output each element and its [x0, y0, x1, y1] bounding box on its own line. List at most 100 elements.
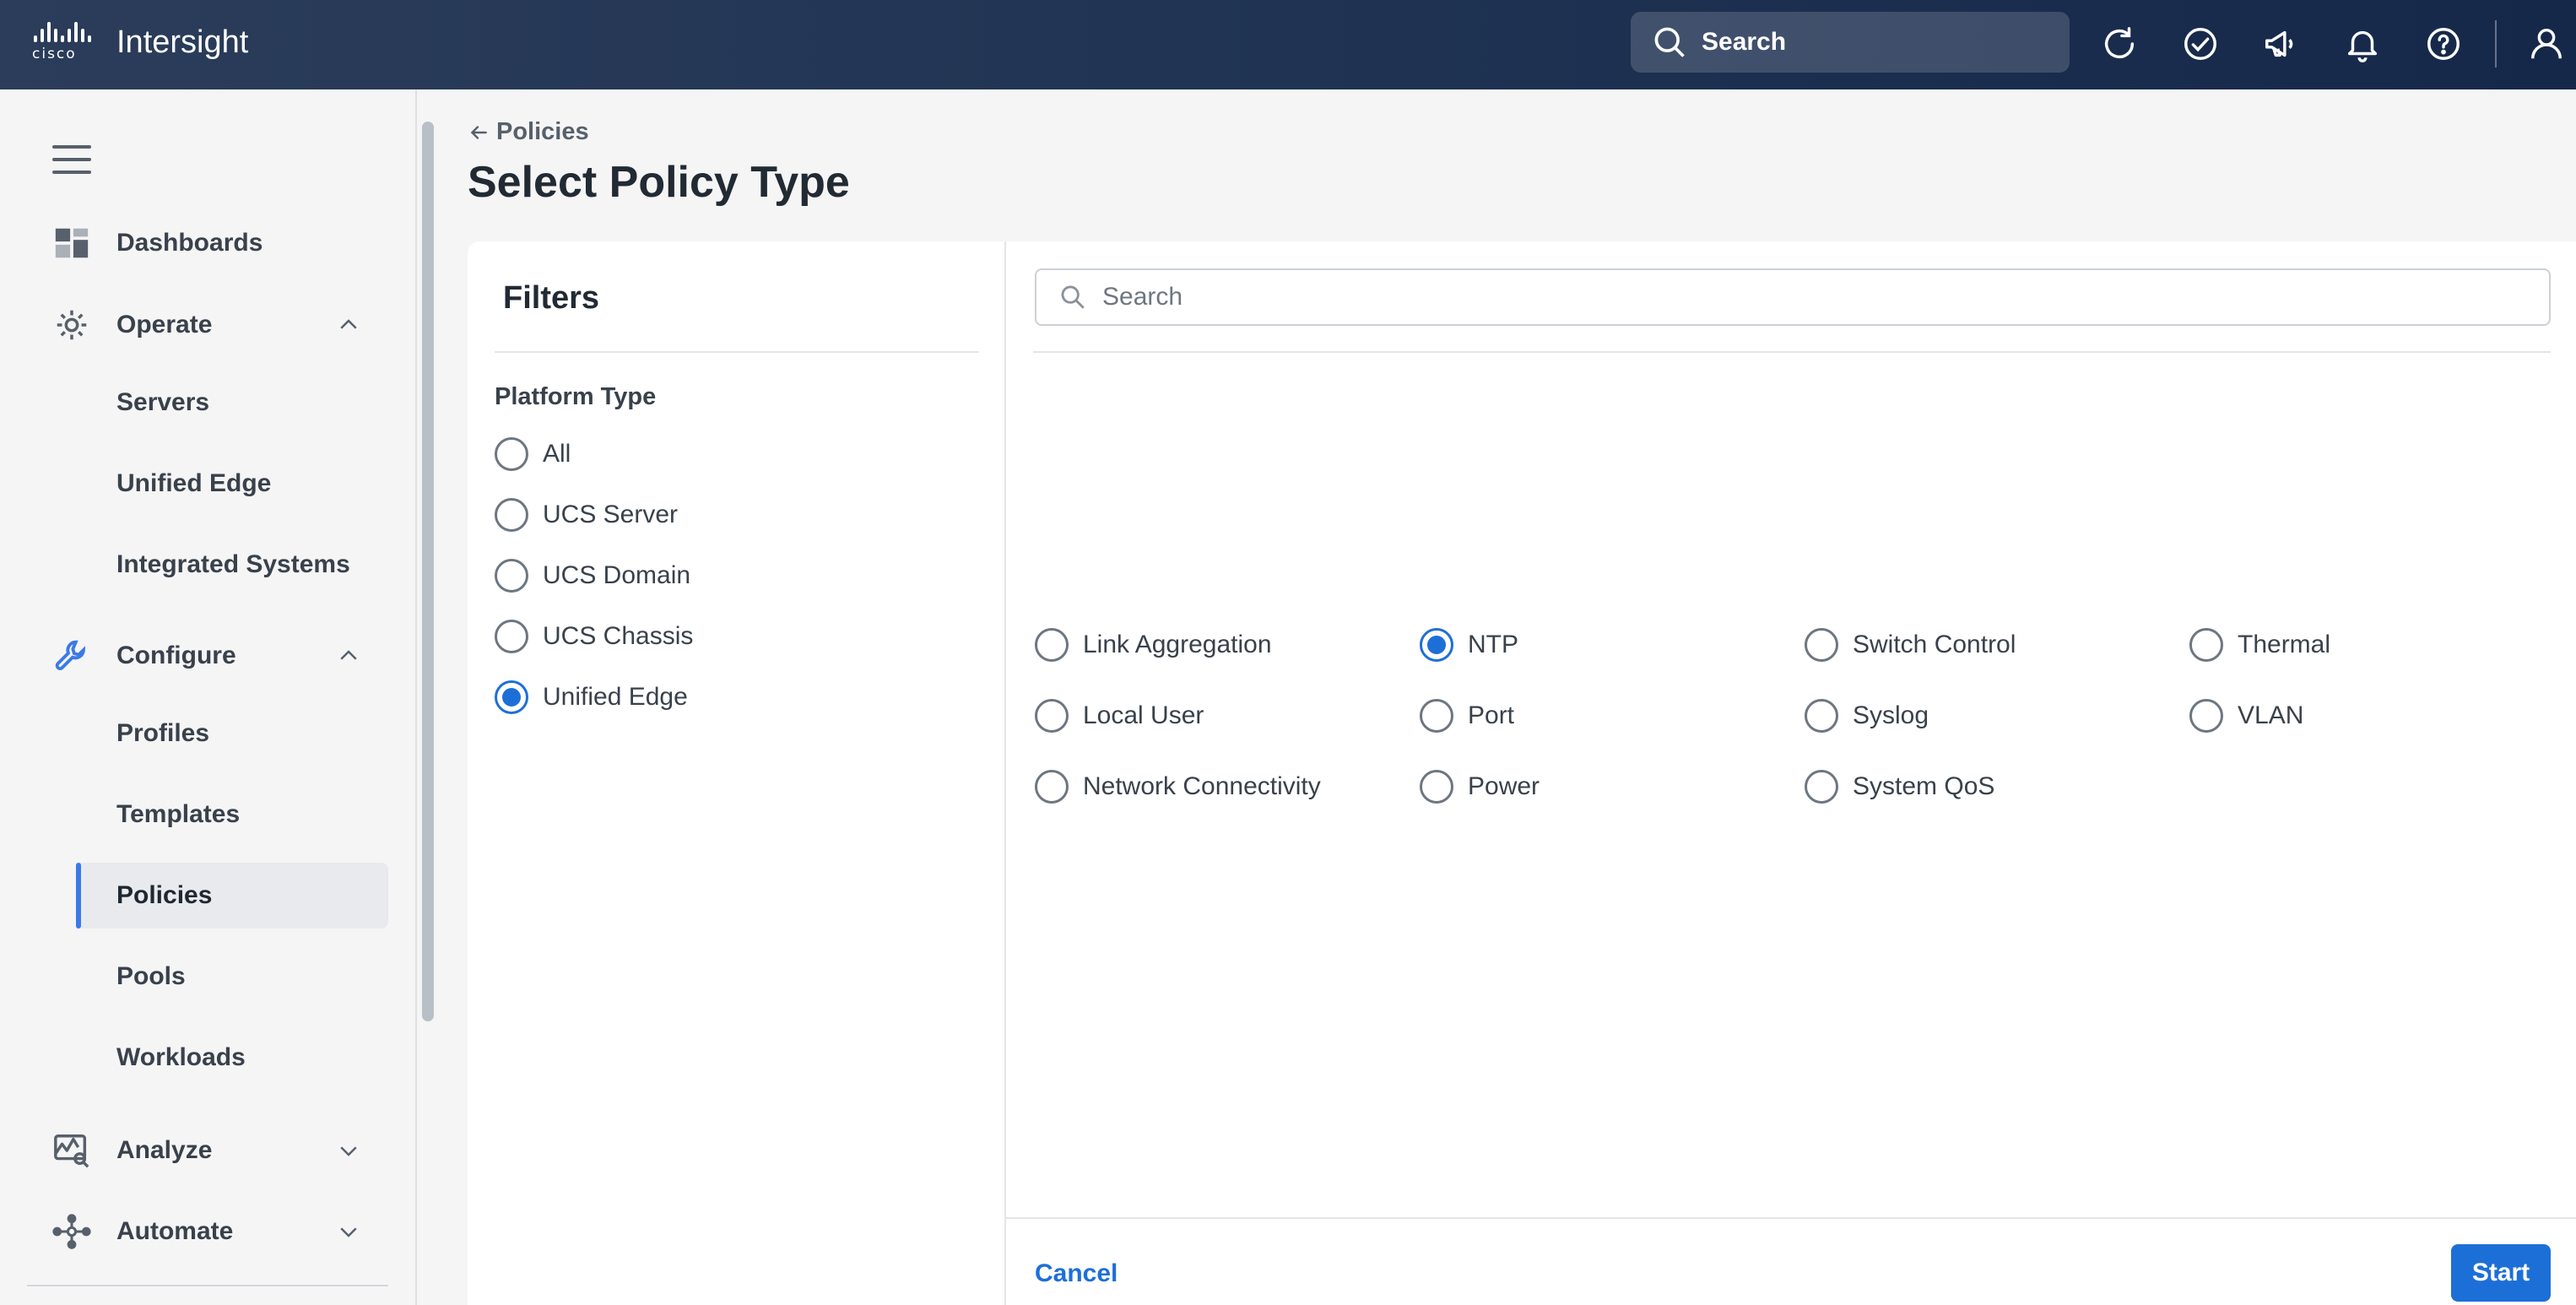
- radio-label: Thermal: [2238, 631, 2331, 658]
- radio-button[interactable]: [1035, 699, 1069, 733]
- nav-automate[interactable]: Automate: [0, 1202, 388, 1261]
- platform-option-ucs-chassis[interactable]: UCS Chassis: [495, 618, 693, 655]
- refresh-button[interactable]: [2098, 23, 2140, 65]
- menu-toggle[interactable]: [52, 145, 91, 177]
- policy-option-ntp[interactable]: NTP: [1420, 626, 1518, 663]
- nav-item-label: Integrated Systems: [116, 550, 350, 578]
- notifications-button[interactable]: [2341, 23, 2384, 65]
- nav-item-label: Policies: [116, 881, 213, 909]
- platform-option-unified-edge[interactable]: Unified Edge: [495, 679, 688, 716]
- help-icon: [2427, 28, 2460, 60]
- radio-button[interactable]: [495, 559, 528, 593]
- nav-item-label: Pools: [116, 962, 186, 990]
- chevron-up-icon[interactable]: [334, 642, 363, 670]
- sidebar-divider: [27, 1285, 388, 1286]
- nav-dashboards-label: Dashboards: [116, 229, 263, 257]
- sidebar-scrollbar[interactable]: [422, 122, 434, 1021]
- radio-label: VLAN: [2238, 701, 2304, 729]
- dashboards-icon: [51, 222, 93, 264]
- radio-button[interactable]: [2189, 699, 2223, 733]
- filters-title: Filters: [503, 280, 600, 316]
- chevron-up-icon[interactable]: [334, 311, 363, 339]
- radio-button[interactable]: [1035, 770, 1069, 804]
- sidebar: Dashboards Operate Servers Unified Edge …: [0, 89, 417, 1305]
- policy-option-vlan[interactable]: VLAN: [2189, 697, 2303, 734]
- global-search-label: Search: [1702, 28, 1787, 56]
- user-menu-button[interactable]: [2525, 23, 2568, 65]
- nav-configure[interactable]: Configure: [0, 626, 388, 685]
- platform-option-ucs-server[interactable]: UCS Server: [495, 496, 678, 533]
- radio-button[interactable]: [1805, 699, 1838, 733]
- cancel-button[interactable]: Cancel: [1035, 1259, 1118, 1288]
- nav-item-pools[interactable]: Pools: [76, 944, 388, 1010]
- cisco-logo-bars: [34, 22, 103, 42]
- radio-label: Local User: [1083, 701, 1204, 729]
- platform-type-label: Platform Type: [495, 383, 657, 410]
- cisco-logo-text: cisco: [32, 46, 77, 62]
- sidebar-border: [415, 89, 417, 1305]
- nav-analyze-label: Analyze: [116, 1136, 213, 1164]
- policy-option-thermal[interactable]: Thermal: [2189, 626, 2330, 663]
- nav-dashboards[interactable]: Dashboards: [0, 214, 388, 273]
- radio-button-selected[interactable]: [495, 680, 528, 714]
- policy-option-syslog[interactable]: Syslog: [1805, 697, 1929, 734]
- radio-label: Unified Edge: [543, 683, 688, 711]
- policy-option-switch-control[interactable]: Switch Control: [1805, 626, 2016, 663]
- operate-icon: [51, 304, 93, 346]
- policy-option-network-connectivity[interactable]: Network Connectivity: [1035, 768, 1321, 805]
- radio-button[interactable]: [495, 437, 528, 471]
- radio-button[interactable]: [495, 620, 528, 653]
- nav-operate[interactable]: Operate: [0, 295, 388, 355]
- analyze-icon: [51, 1129, 93, 1172]
- platform-option-ucs-domain[interactable]: UCS Domain: [495, 557, 690, 594]
- policy-search-field[interactable]: [1035, 268, 2551, 326]
- hamburger-icon: [52, 145, 91, 149]
- radio-button[interactable]: [2189, 628, 2223, 662]
- nav-item-label: Unified Edge: [116, 469, 272, 497]
- filters-panel: Filters Platform Type All UCS Server UCS…: [468, 241, 1006, 1305]
- nav-item-integrated-systems[interactable]: Integrated Systems: [76, 532, 388, 598]
- policy-option-system-qos[interactable]: System QoS: [1805, 768, 1994, 805]
- tasks-button[interactable]: [2179, 23, 2222, 65]
- radio-button[interactable]: [1420, 770, 1453, 804]
- radio-button[interactable]: [1805, 628, 1838, 662]
- policy-option-power[interactable]: Power: [1420, 768, 1540, 805]
- user-icon: [2530, 28, 2562, 59]
- nav-analyze[interactable]: Analyze: [0, 1121, 388, 1180]
- announcements-button[interactable]: [2260, 23, 2303, 65]
- radio-button[interactable]: [1420, 699, 1453, 733]
- radio-button[interactable]: [1035, 628, 1069, 662]
- policy-search-input[interactable]: [1102, 283, 2537, 311]
- nav-item-servers[interactable]: Servers: [76, 370, 388, 436]
- platform-option-all[interactable]: All: [495, 436, 571, 473]
- chevron-down-icon[interactable]: [334, 1217, 363, 1246]
- radio-button[interactable]: [1805, 770, 1838, 804]
- nav-item-workloads[interactable]: Workloads: [76, 1025, 388, 1091]
- nav-item-templates[interactable]: Templates: [76, 782, 388, 847]
- chevron-down-icon[interactable]: [334, 1136, 363, 1165]
- radio-button[interactable]: [495, 498, 528, 532]
- radio-button-selected[interactable]: [1420, 628, 1453, 662]
- nav-item-policies[interactable]: Policies: [76, 863, 388, 929]
- policy-types-divider: [1033, 351, 2551, 353]
- cisco-logo[interactable]: cisco: [32, 22, 103, 62]
- help-button[interactable]: [2422, 23, 2465, 65]
- radio-label: Link Aggregation: [1083, 631, 1272, 658]
- breadcrumb[interactable]: Policies: [468, 118, 589, 146]
- nav-item-unified-edge[interactable]: Unified Edge: [76, 451, 388, 517]
- page-title: Select Policy Type: [468, 158, 850, 207]
- policy-option-port[interactable]: Port: [1420, 697, 1514, 734]
- megaphone-icon: [2265, 30, 2293, 57]
- radio-label: Power: [1468, 772, 1540, 800]
- refresh-icon: [2104, 27, 2135, 58]
- policy-option-local-user[interactable]: Local User: [1035, 697, 1204, 734]
- nav-operate-label: Operate: [116, 311, 213, 338]
- radio-label: Switch Control: [1853, 631, 2016, 658]
- radio-label: UCS Chassis: [543, 622, 694, 650]
- start-button[interactable]: Start: [2451, 1244, 2551, 1302]
- policy-option-link-aggregation[interactable]: Link Aggregation: [1035, 626, 1272, 663]
- search-icon: [1654, 27, 1685, 57]
- nav-item-profiles[interactable]: Profiles: [76, 701, 388, 766]
- radio-label: Port: [1468, 701, 1515, 729]
- global-search[interactable]: Search: [1631, 12, 2070, 73]
